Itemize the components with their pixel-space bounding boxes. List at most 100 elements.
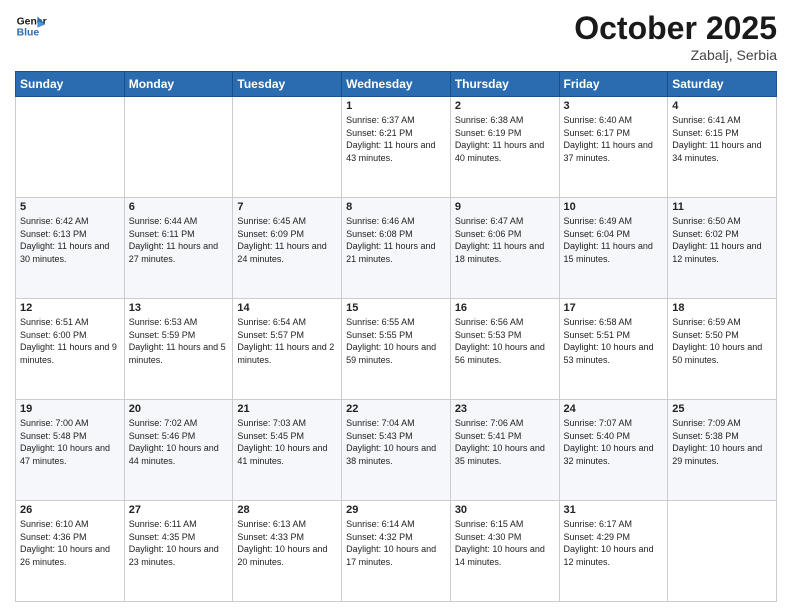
day-number: 28	[237, 504, 337, 516]
day-info: Sunrise: 6:38 AMSunset: 6:19 PMDaylight:…	[455, 114, 555, 164]
day-info: Sunrise: 6:58 AMSunset: 5:51 PMDaylight:…	[564, 316, 664, 366]
table-row: 11 Sunrise: 6:50 AMSunset: 6:02 PMDayligh…	[668, 198, 777, 299]
table-row: 4 Sunrise: 6:41 AMSunset: 6:15 PMDaylight…	[668, 97, 777, 198]
day-info: Sunrise: 6:46 AMSunset: 6:08 PMDaylight:…	[346, 215, 446, 265]
header: General Blue October 2025 Zabalj, Serbia	[15, 10, 777, 63]
table-row: 14 Sunrise: 6:54 AMSunset: 5:57 PMDayligh…	[233, 299, 342, 400]
col-friday: Friday	[559, 72, 668, 97]
day-info: Sunrise: 6:47 AMSunset: 6:06 PMDaylight:…	[455, 215, 555, 265]
day-number: 2	[455, 100, 555, 112]
day-info: Sunrise: 6:54 AMSunset: 5:57 PMDaylight:…	[237, 316, 337, 366]
table-row: 21Sunrise: 7:03 AMSunset: 5:45 PMDayligh…	[233, 400, 342, 501]
day-number: 14	[237, 302, 337, 314]
table-row: 17Sunrise: 6:58 AMSunset: 5:51 PMDayligh…	[559, 299, 668, 400]
table-row: 8 Sunrise: 6:46 AMSunset: 6:08 PMDaylight…	[342, 198, 451, 299]
logo-icon: General Blue	[15, 10, 47, 42]
table-row	[233, 97, 342, 198]
table-row: 5 Sunrise: 6:42 AMSunset: 6:13 PMDaylight…	[16, 198, 125, 299]
calendar-table: Sunday Monday Tuesday Wednesday Thursday…	[15, 71, 777, 602]
day-number: 10	[564, 201, 664, 213]
day-number: 25	[672, 403, 772, 415]
table-row: 23Sunrise: 7:06 AMSunset: 5:41 PMDayligh…	[450, 400, 559, 501]
table-row: 2 Sunrise: 6:38 AMSunset: 6:19 PMDaylight…	[450, 97, 559, 198]
day-number: 13	[129, 302, 229, 314]
col-wednesday: Wednesday	[342, 72, 451, 97]
day-info: Sunrise: 6:50 AMSunset: 6:02 PMDaylight:…	[672, 215, 772, 265]
day-number: 24	[564, 403, 664, 415]
day-info: Sunrise: 6:45 AMSunset: 6:09 PMDaylight:…	[237, 215, 337, 265]
day-number: 8	[346, 201, 446, 213]
day-info: Sunrise: 7:06 AMSunset: 5:41 PMDaylight:…	[455, 417, 555, 467]
day-info: Sunrise: 6:10 AMSunset: 4:36 PMDaylight:…	[20, 518, 120, 568]
day-number: 20	[129, 403, 229, 415]
day-info: Sunrise: 6:44 AMSunset: 6:11 PMDaylight:…	[129, 215, 229, 265]
day-number: 31	[564, 504, 664, 516]
calendar-week-row: 12 Sunrise: 6:51 AMSunset: 6:00 PMDayligh…	[16, 299, 777, 400]
day-info: Sunrise: 6:59 AMSunset: 5:50 PMDaylight:…	[672, 316, 772, 366]
table-row: 12 Sunrise: 6:51 AMSunset: 6:00 PMDayligh…	[16, 299, 125, 400]
day-number: 26	[20, 504, 120, 516]
day-info: Sunrise: 6:40 AMSunset: 6:17 PMDaylight:…	[564, 114, 664, 164]
table-row: 22 Sunrise: 7:04 AMSunset: 5:43 PMDayligh…	[342, 400, 451, 501]
day-info: Sunrise: 6:55 AMSunset: 5:55 PMDaylight:…	[346, 316, 446, 366]
day-number: 3	[564, 100, 664, 112]
col-monday: Monday	[124, 72, 233, 97]
day-number: 15	[346, 302, 446, 314]
day-number: 30	[455, 504, 555, 516]
logo: General Blue	[15, 10, 47, 42]
col-thursday: Thursday	[450, 72, 559, 97]
svg-text:Blue: Blue	[17, 28, 40, 39]
table-row: 20Sunrise: 7:02 AMSunset: 5:46 PMDayligh…	[124, 400, 233, 501]
calendar-week-row: 1 Sunrise: 6:37 AMSunset: 6:21 PMDaylight…	[16, 97, 777, 198]
day-number: 16	[455, 302, 555, 314]
table-row	[124, 97, 233, 198]
table-row: 18 Sunrise: 6:59 AMSunset: 5:50 PMDayligh…	[668, 299, 777, 400]
day-number: 4	[672, 100, 772, 112]
day-number: 6	[129, 201, 229, 213]
calendar-page: General Blue October 2025 Zabalj, Serbia…	[0, 0, 792, 612]
day-info: Sunrise: 6:51 AMSunset: 6:00 PMDaylight:…	[20, 316, 120, 366]
day-info: Sunrise: 6:11 AMSunset: 4:35 PMDaylight:…	[129, 518, 229, 568]
table-row	[668, 501, 777, 602]
table-row: 29Sunrise: 6:14 AMSunset: 4:32 PMDayligh…	[342, 501, 451, 602]
table-row: 6 Sunrise: 6:44 AMSunset: 6:11 PMDaylight…	[124, 198, 233, 299]
day-number: 18	[672, 302, 772, 314]
title-section: October 2025 Zabalj, Serbia	[574, 10, 777, 63]
table-row: 31 Sunrise: 6:17 AMSunset: 4:29 PMDayligh…	[559, 501, 668, 602]
table-row: 13 Sunrise: 6:53 AMSunset: 5:59 PMDayligh…	[124, 299, 233, 400]
day-number: 27	[129, 504, 229, 516]
calendar-week-row: 5 Sunrise: 6:42 AMSunset: 6:13 PMDaylight…	[16, 198, 777, 299]
calendar-week-row: 19Sunrise: 7:00 AMSunset: 5:48 PMDayligh…	[16, 400, 777, 501]
table-row: 1 Sunrise: 6:37 AMSunset: 6:21 PMDaylight…	[342, 97, 451, 198]
table-row: 19Sunrise: 7:00 AMSunset: 5:48 PMDayligh…	[16, 400, 125, 501]
table-row: 27 Sunrise: 6:11 AMSunset: 4:35 PMDayligh…	[124, 501, 233, 602]
table-row: 24 Sunrise: 7:07 AMSunset: 5:40 PMDayligh…	[559, 400, 668, 501]
day-number: 12	[20, 302, 120, 314]
day-number: 11	[672, 201, 772, 213]
table-row: 15 Sunrise: 6:55 AMSunset: 5:55 PMDayligh…	[342, 299, 451, 400]
month-title: October 2025	[574, 10, 777, 47]
day-info: Sunrise: 7:07 AMSunset: 5:40 PMDaylight:…	[564, 417, 664, 467]
day-info: Sunrise: 6:17 AMSunset: 4:29 PMDaylight:…	[564, 518, 664, 568]
day-info: Sunrise: 6:42 AMSunset: 6:13 PMDaylight:…	[20, 215, 120, 265]
day-info: Sunrise: 6:13 AMSunset: 4:33 PMDaylight:…	[237, 518, 337, 568]
table-row: 26 Sunrise: 6:10 AMSunset: 4:36 PMDayligh…	[16, 501, 125, 602]
day-number: 1	[346, 100, 446, 112]
day-info: Sunrise: 7:04 AMSunset: 5:43 PMDaylight:…	[346, 417, 446, 467]
table-row: 30Sunrise: 6:15 AMSunset: 4:30 PMDayligh…	[450, 501, 559, 602]
calendar-week-row: 26 Sunrise: 6:10 AMSunset: 4:36 PMDayligh…	[16, 501, 777, 602]
day-info: Sunrise: 6:41 AMSunset: 6:15 PMDaylight:…	[672, 114, 772, 164]
table-row: 9Sunrise: 6:47 AMSunset: 6:06 PMDaylight…	[450, 198, 559, 299]
day-info: Sunrise: 6:53 AMSunset: 5:59 PMDaylight:…	[129, 316, 229, 366]
day-number: 22	[346, 403, 446, 415]
col-tuesday: Tuesday	[233, 72, 342, 97]
table-row: 25Sunrise: 7:09 AMSunset: 5:38 PMDayligh…	[668, 400, 777, 501]
day-info: Sunrise: 7:00 AMSunset: 5:48 PMDaylight:…	[20, 417, 120, 467]
table-row: 28 Sunrise: 6:13 AMSunset: 4:33 PMDayligh…	[233, 501, 342, 602]
table-row: 16 Sunrise: 6:56 AMSunset: 5:53 PMDayligh…	[450, 299, 559, 400]
day-info: Sunrise: 6:56 AMSunset: 5:53 PMDaylight:…	[455, 316, 555, 366]
day-info: Sunrise: 6:37 AMSunset: 6:21 PMDaylight:…	[346, 114, 446, 164]
col-sunday: Sunday	[16, 72, 125, 97]
day-number: 21	[237, 403, 337, 415]
day-number: 5	[20, 201, 120, 213]
